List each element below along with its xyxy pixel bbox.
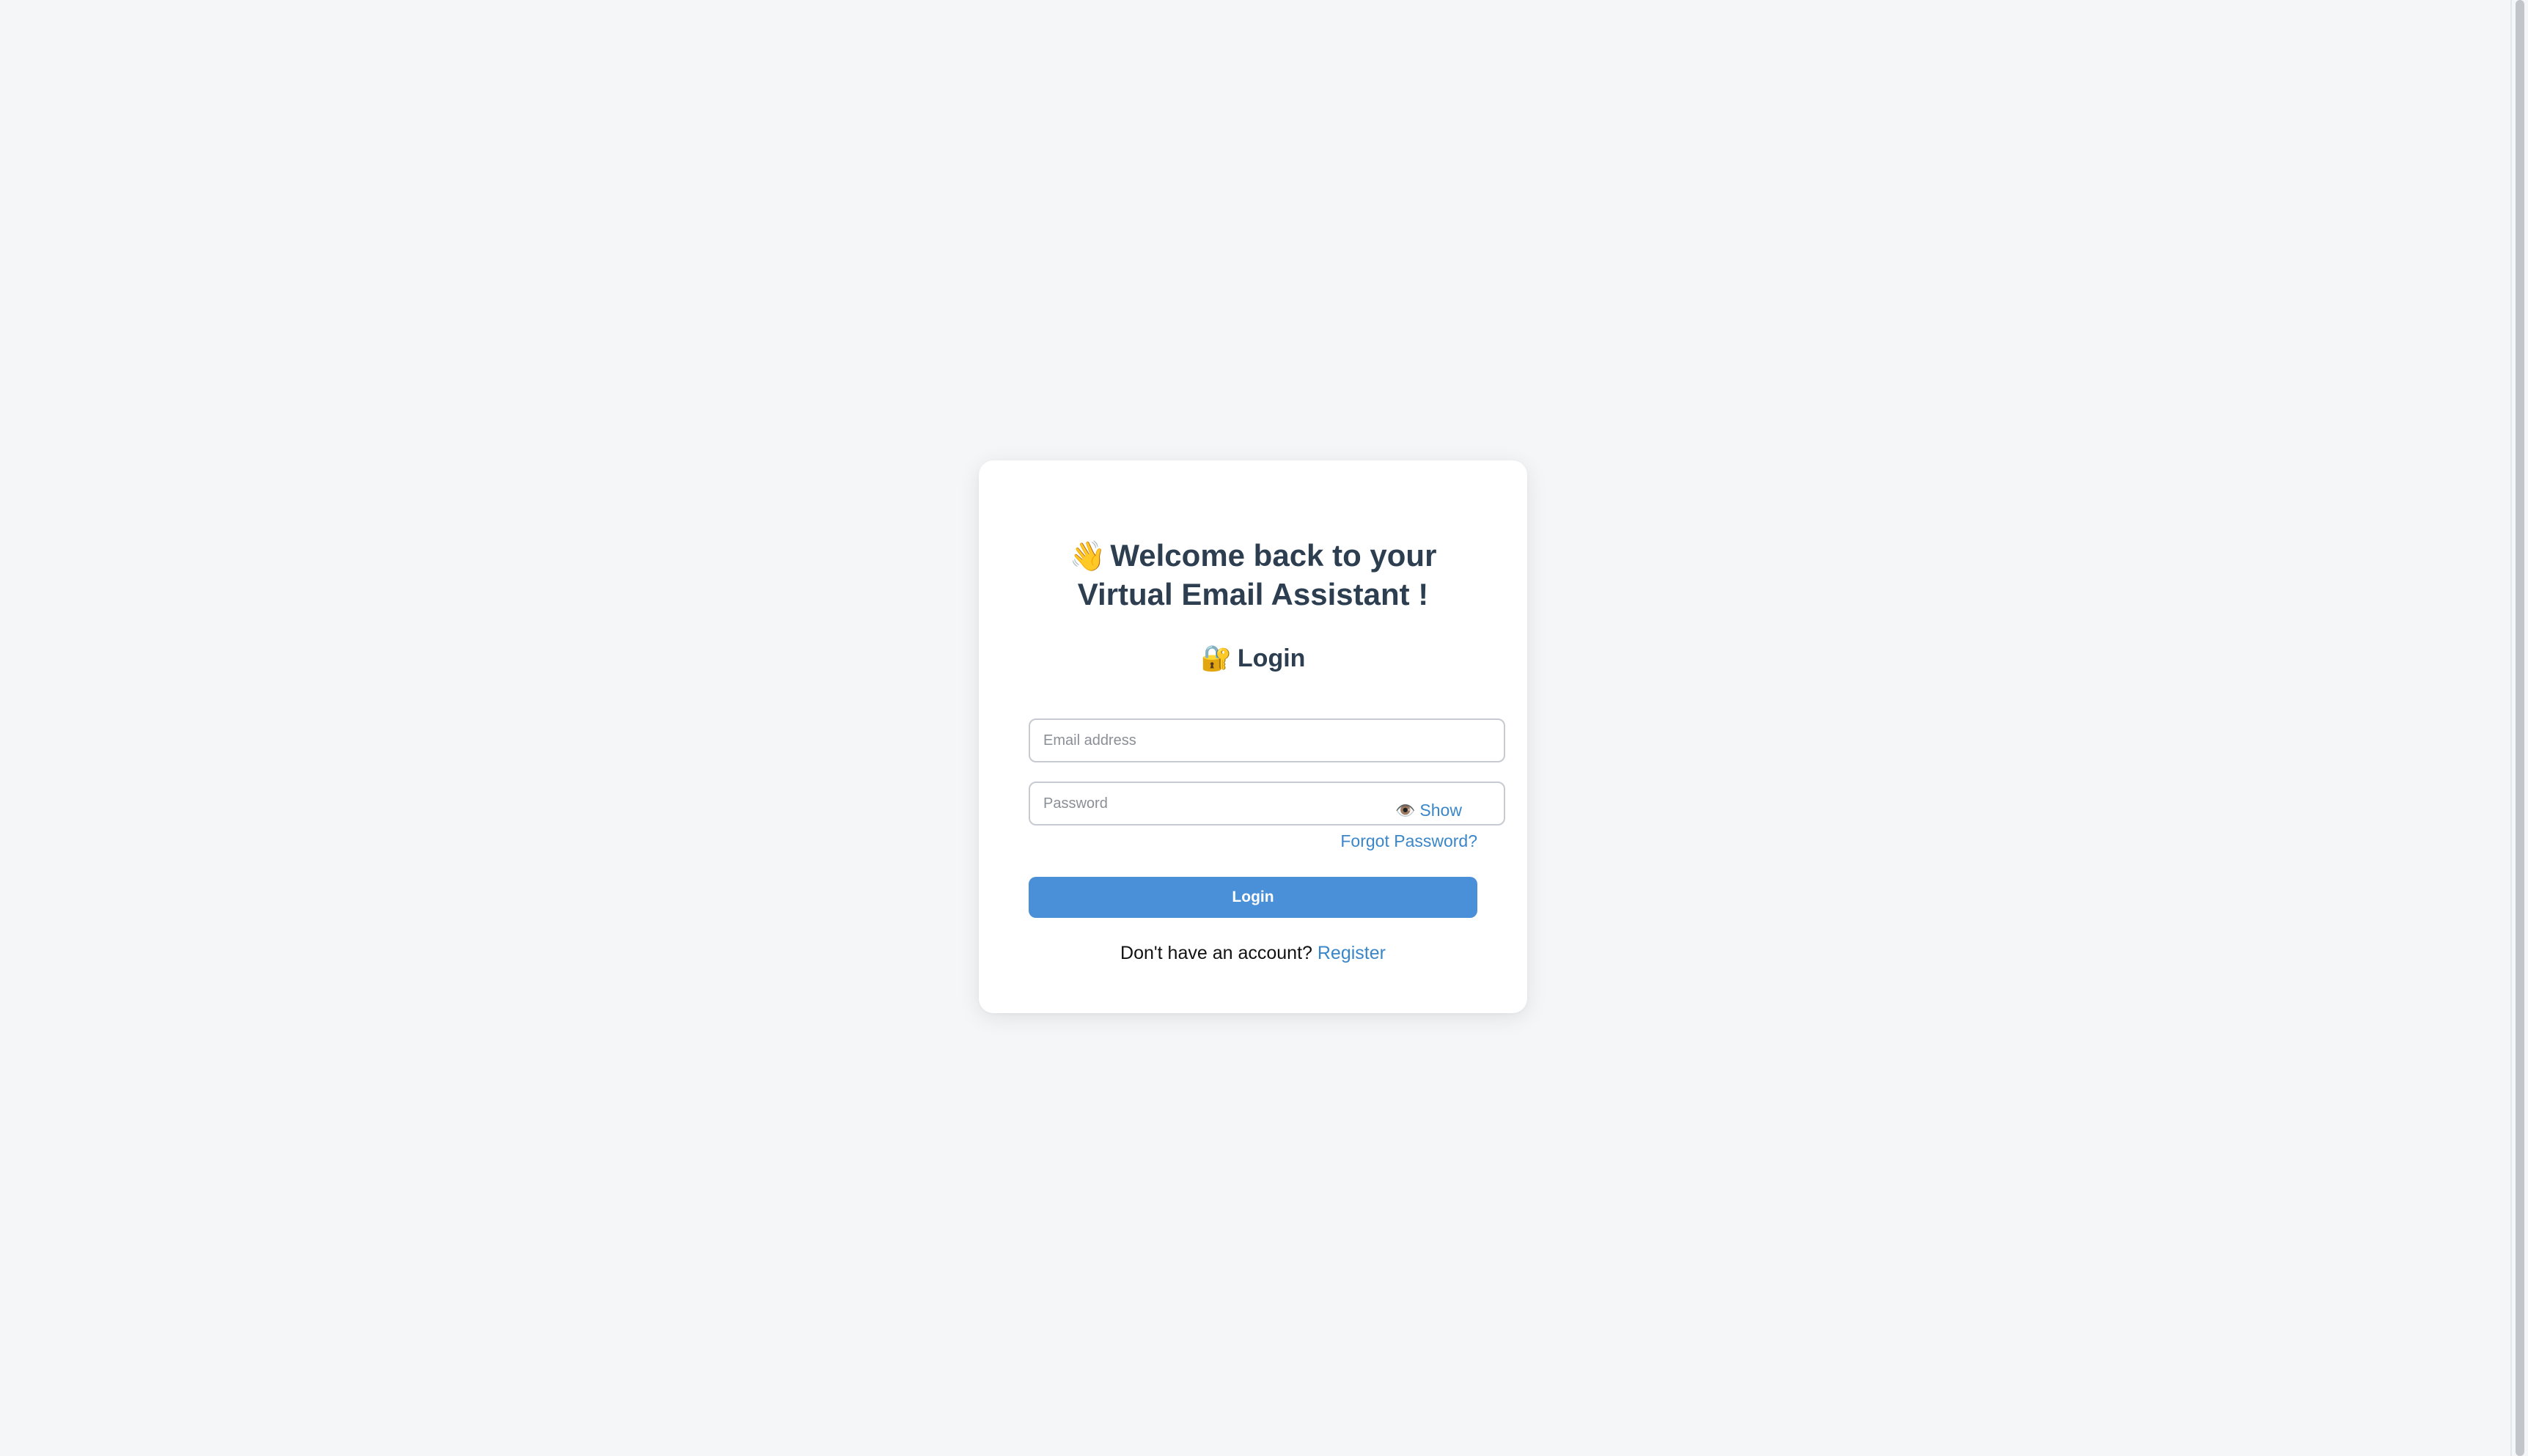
login-heading-text: Login — [1237, 644, 1306, 672]
locked-with-key-icon: 🔐 — [1200, 644, 1232, 672]
show-password-toggle[interactable]: 👁️ Show — [1395, 801, 1462, 820]
email-field[interactable] — [1029, 718, 1505, 762]
welcome-heading-line-1: 👋 Welcome back to your — [979, 537, 1527, 576]
page-viewport: 👋 Welcome back to your Virtual Email Assi… — [0, 0, 2528, 1456]
waving-hand-icon: 👋 — [1069, 540, 1106, 573]
login-card: 👋 Welcome back to your Virtual Email Assi… — [979, 460, 1527, 1013]
welcome-text-line-2: Virtual Email Assistant ! — [1077, 577, 1429, 611]
eye-icon: 👁️ — [1395, 801, 1416, 820]
register-link[interactable]: Register — [1318, 943, 1386, 963]
forgot-password-link[interactable]: Forgot Password? — [1340, 831, 1477, 851]
login-heading: 🔐 Login — [979, 642, 1527, 674]
scrollbar-thumb[interactable] — [2516, 0, 2524, 1456]
register-prompt: Don't have an account? Register — [979, 941, 1527, 965]
login-button[interactable]: Login — [1029, 877, 1477, 918]
welcome-text-line-1: Welcome back to your — [1110, 538, 1437, 573]
show-password-label: Show — [1419, 801, 1462, 820]
welcome-heading: 👋 Welcome back to your Virtual Email Assi… — [979, 537, 1527, 614]
register-prompt-text: Don't have an account? — [1120, 943, 1318, 963]
vertical-scrollbar[interactable] — [2510, 0, 2528, 1456]
